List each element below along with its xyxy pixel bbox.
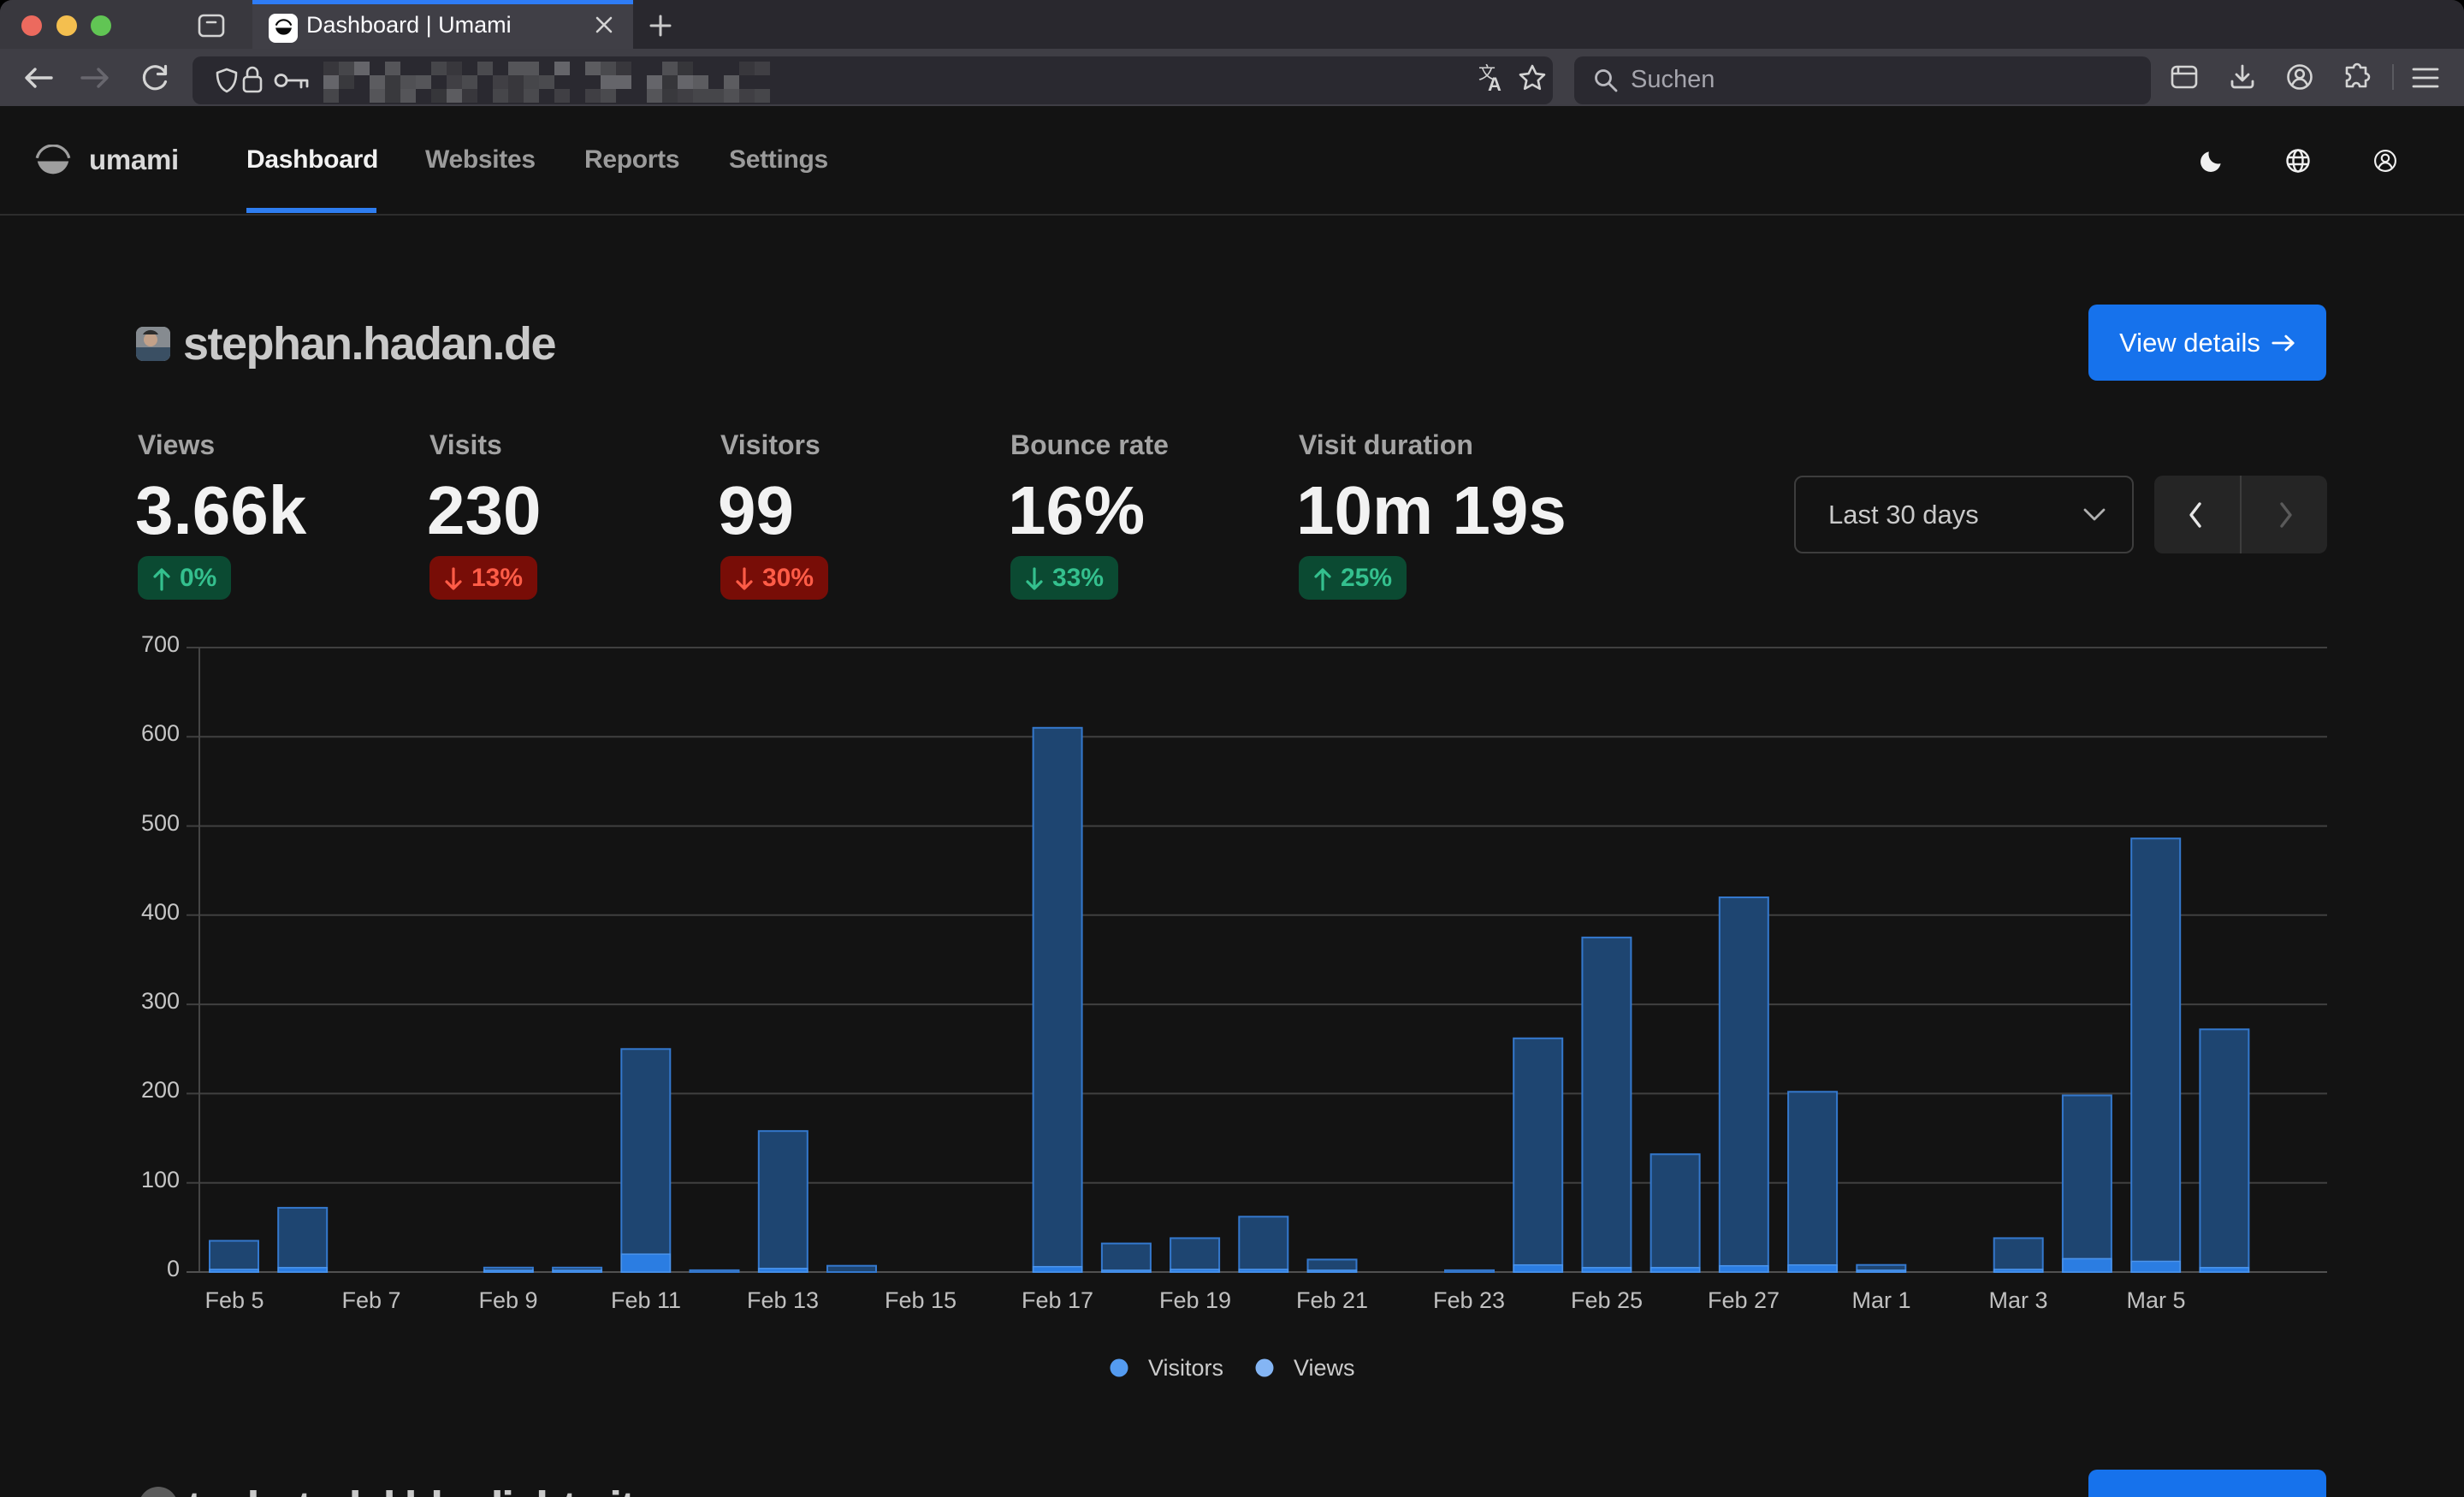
svg-text:100: 100 — [141, 1167, 180, 1192]
svg-text:600: 600 — [141, 720, 180, 746]
svg-text:Views: Views — [1294, 1355, 1355, 1381]
svg-text:Visitors: Visitors — [1148, 1355, 1223, 1381]
svg-text:400: 400 — [141, 899, 180, 925]
svg-text:300: 300 — [141, 988, 180, 1014]
svg-text:A: A — [1488, 74, 1502, 94]
svg-text:700: 700 — [141, 633, 180, 657]
svg-text:Feb 27: Feb 27 — [1708, 1287, 1780, 1313]
svg-text:200: 200 — [141, 1077, 180, 1103]
svg-text:Feb 23: Feb 23 — [1433, 1287, 1505, 1313]
svg-text:500: 500 — [141, 810, 180, 836]
svg-text:Mar 5: Mar 5 — [2126, 1287, 2185, 1313]
svg-text:Feb 11: Feb 11 — [611, 1287, 681, 1313]
svg-text:Feb 9: Feb 9 — [478, 1287, 537, 1313]
svg-text:Mar 1: Mar 1 — [1851, 1287, 1910, 1313]
svg-text:Feb 25: Feb 25 — [1571, 1287, 1643, 1313]
svg-text:0: 0 — [167, 1256, 180, 1281]
svg-text:Feb 17: Feb 17 — [1022, 1287, 1093, 1313]
svg-text:Feb 21: Feb 21 — [1296, 1287, 1368, 1313]
svg-text:Mar 3: Mar 3 — [1988, 1287, 2047, 1313]
svg-text:Feb 13: Feb 13 — [747, 1287, 819, 1313]
svg-text:Feb 15: Feb 15 — [885, 1287, 957, 1313]
svg-text:Feb 19: Feb 19 — [1159, 1287, 1231, 1313]
svg-text:Feb 7: Feb 7 — [341, 1287, 400, 1313]
svg-text:Feb 5: Feb 5 — [204, 1287, 264, 1313]
